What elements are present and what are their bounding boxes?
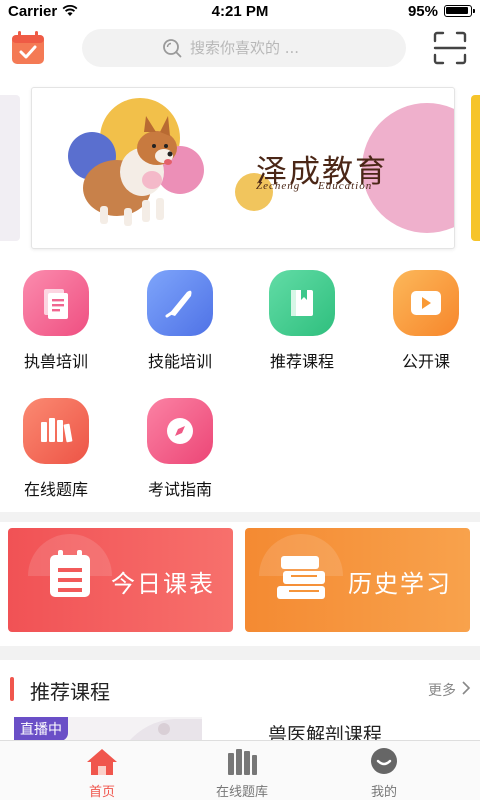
- header: [0, 26, 480, 70]
- grid-label: 执兽培训: [23, 352, 88, 371]
- books-icon: [228, 749, 257, 775]
- grid-item-vet-training[interactable]: 执兽培训: [6, 270, 106, 372]
- grid-label: 考试指南: [147, 480, 212, 499]
- grid-label: 推荐课程: [269, 352, 334, 371]
- grid-label: 技能培训: [147, 352, 212, 371]
- banner-next-peek[interactable]: [471, 95, 480, 241]
- calendar-icon[interactable]: [10, 30, 46, 66]
- home-icon: [87, 749, 117, 775]
- banner-carousel[interactable]: 泽成教育 Zecheng Education: [31, 87, 455, 249]
- home-screen: Carrier 4:21 PM 95% 搜索你喜欢的 ... 泽成教育 Zech…: [0, 0, 480, 800]
- tab-label: 首页: [88, 785, 115, 800]
- book-icon: [269, 270, 335, 336]
- card-label: 历史学习: [348, 570, 452, 598]
- banner-subtitle: Zecheng Education: [256, 180, 373, 192]
- section-divider: [0, 646, 480, 660]
- tab-label: 我的: [370, 785, 397, 800]
- tab-question-bank[interactable]: 在线题库: [162, 741, 322, 800]
- grid-label: 在线题库: [23, 480, 88, 499]
- banner-illustration: [68, 98, 454, 233]
- section-accent-bar: [10, 677, 14, 701]
- battery-icon: [444, 5, 475, 17]
- tab-label: 在线题库: [215, 785, 268, 800]
- tab-profile[interactable]: 我的: [304, 741, 464, 800]
- status-bar: Carrier 4:21 PM 95%: [0, 0, 480, 22]
- section-title: 推荐课程: [30, 680, 110, 704]
- books-icon: [23, 398, 89, 464]
- tab-home[interactable]: 首页: [22, 741, 182, 800]
- search-input[interactable]: [190, 29, 390, 67]
- more-link[interactable]: 更多: [428, 680, 456, 700]
- live-badge: 直播中: [14, 717, 68, 741]
- study-history-card[interactable]: 历史学习: [245, 528, 470, 632]
- section-divider: [0, 512, 480, 522]
- search-icon: [163, 39, 182, 58]
- search-bar[interactable]: [82, 29, 406, 67]
- compass-icon: [147, 398, 213, 464]
- grid-label: 公开课: [401, 352, 450, 371]
- tab-bar: 首页 在线题库 我的: [0, 740, 480, 800]
- scan-icon[interactable]: [432, 30, 468, 66]
- chevron-right-icon[interactable]: [460, 679, 472, 697]
- grid-item-exam-guide[interactable]: 考试指南: [130, 398, 230, 500]
- document-icon: [23, 270, 89, 336]
- banner-prev-peek[interactable]: [0, 95, 20, 241]
- play-icon: [393, 270, 459, 336]
- scalpel-icon: [147, 270, 213, 336]
- grid-item-recommended-courses[interactable]: 推荐课程: [252, 270, 352, 372]
- grid-item-question-bank[interactable]: 在线题库: [6, 398, 106, 500]
- battery-percent: 95%: [407, 3, 438, 20]
- user-icon: [371, 748, 397, 774]
- grid-item-skill-training[interactable]: 技能培训: [130, 270, 230, 372]
- grid-item-open-class[interactable]: 公开课: [376, 270, 476, 372]
- card-label: 今日课表: [111, 570, 215, 598]
- today-schedule-card[interactable]: 今日课表: [8, 528, 233, 632]
